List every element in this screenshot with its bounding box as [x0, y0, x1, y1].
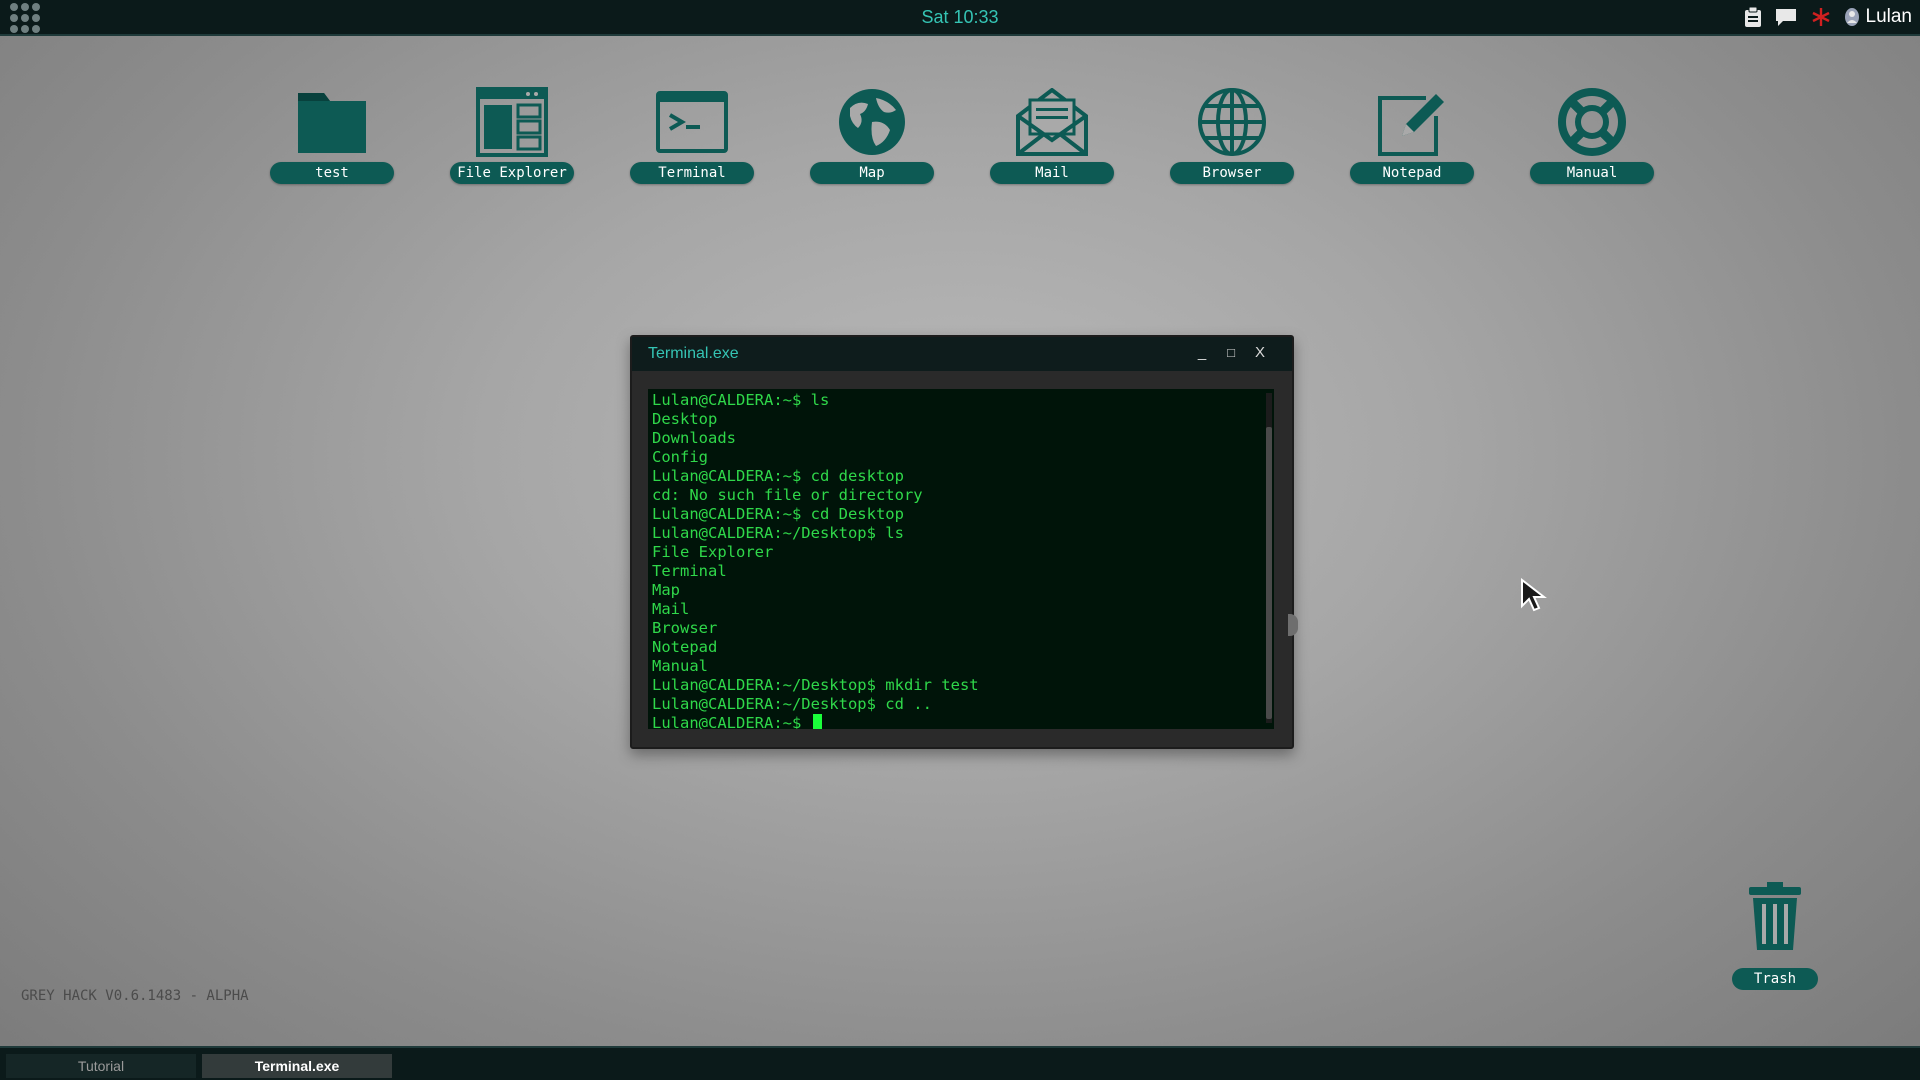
scrollbar-thumb[interactable]	[1266, 427, 1272, 719]
text-cursor	[812, 714, 822, 729]
clipboard-icon[interactable]	[1744, 7, 1762, 27]
terminal-line: Lulan@CALDERA:~$ ls	[652, 391, 830, 409]
file-explorer-icon	[472, 84, 552, 160]
clock: Sat 10:33	[921, 7, 999, 27]
version-label: GREY HACK V0.6.1483 - ALPHA	[21, 988, 249, 1004]
trash-icon	[1747, 880, 1803, 956]
terminal-prompt: Lulan@CALDERA:~$	[652, 714, 811, 729]
terminal-icon	[652, 84, 732, 160]
top-bar: Sat 10:33 Lulan	[0, 0, 1920, 36]
terminal-line: Lulan@CALDERA:~/Desktop$ mkdir test	[652, 676, 979, 694]
terminal-line: Map	[652, 581, 680, 599]
notepad-icon	[1372, 84, 1452, 160]
terminal-line: Terminal	[652, 562, 727, 580]
lifebuoy-icon	[1552, 84, 1632, 160]
globe-map-icon	[832, 84, 912, 160]
terminal-line: Browser	[652, 619, 718, 637]
mail-icon	[1012, 84, 1092, 160]
user-icon[interactable]	[1844, 7, 1860, 27]
taskbar-item-terminal[interactable]: Terminal.exe	[202, 1054, 392, 1078]
desktop-icon-test[interactable]: test	[270, 84, 394, 184]
app-menu-grid-icon[interactable]	[5, 2, 41, 33]
desktop-icon-terminal[interactable]: Terminal	[630, 84, 754, 184]
desktop-icon-browser[interactable]: Browser	[1170, 84, 1294, 184]
desktop-icon-label: Mail	[990, 162, 1114, 184]
terminal-line: Mail	[652, 600, 690, 618]
terminal-line: Lulan@CALDERA:~/Desktop$ ls	[652, 524, 904, 542]
terminal-line: Notepad	[652, 638, 718, 656]
desktop-icon-label: Notepad	[1350, 162, 1474, 184]
trash-label: Trash	[1732, 968, 1818, 990]
window-titlebar[interactable]: Terminal.exe _ □ X	[632, 337, 1292, 371]
terminal-line: cd: No such file or directory	[652, 486, 923, 504]
desktop-icon-label: test	[270, 162, 394, 184]
desktop-icon-trash[interactable]: Trash	[1730, 880, 1820, 990]
desktop-icon-manual[interactable]: Manual	[1530, 84, 1654, 184]
terminal-line: Lulan@CALDERA:~$ cd Desktop	[652, 505, 904, 523]
terminal-line: Downloads	[652, 429, 736, 447]
window-resize-handle[interactable]	[1288, 614, 1298, 636]
terminal-output[interactable]: Lulan@CALDERA:~$ ls Desktop Downloads Co…	[648, 389, 1274, 729]
desktop-icon-notepad[interactable]: Notepad	[1350, 84, 1474, 184]
chat-icon[interactable]	[1774, 7, 1798, 27]
terminal-line: Manual	[652, 657, 708, 675]
terminal-line: File Explorer	[652, 543, 774, 561]
desktop-icon-label: Browser	[1170, 162, 1294, 184]
close-button[interactable]: X	[1248, 341, 1272, 365]
desktop-icon-file-explorer[interactable]: File Explorer	[450, 84, 574, 184]
terminal-line: Desktop	[652, 410, 718, 428]
mouse-pointer-icon	[1520, 577, 1550, 614]
terminal-line: Lulan@CALDERA:~/Desktop$ cd ..	[652, 695, 932, 713]
browser-globe-icon	[1192, 84, 1272, 160]
terminal-window[interactable]: Terminal.exe _ □ X Lulan@CALDERA:~$ ls D…	[630, 335, 1294, 749]
desktop-icon-map[interactable]: Map	[810, 84, 934, 184]
desktop-icon-mail[interactable]: Mail	[990, 84, 1114, 184]
desktop-icon-label: Manual	[1530, 162, 1654, 184]
desktop-icon-label: Terminal	[630, 162, 754, 184]
window-title: Terminal.exe	[648, 345, 739, 362]
terminal-line: Lulan@CALDERA:~$ cd desktop	[652, 467, 904, 485]
desktop-icon-label: File Explorer	[450, 162, 574, 184]
minimize-button[interactable]: _	[1190, 341, 1214, 365]
system-tray: Lulan	[1744, 0, 1913, 34]
terminal-line: Config	[652, 448, 708, 466]
taskbar: Tutorial Terminal.exe	[0, 1046, 1920, 1080]
taskbar-item-tutorial[interactable]: Tutorial	[6, 1054, 196, 1078]
folder-icon	[292, 84, 372, 160]
network-icon[interactable]	[1810, 7, 1832, 27]
maximize-button[interactable]: □	[1219, 341, 1243, 365]
terminal-prompt-line[interactable]: Lulan@CALDERA:~$	[652, 714, 1274, 729]
user-name[interactable]: Lulan	[1866, 6, 1913, 28]
desktop-icon-label: Map	[810, 162, 934, 184]
